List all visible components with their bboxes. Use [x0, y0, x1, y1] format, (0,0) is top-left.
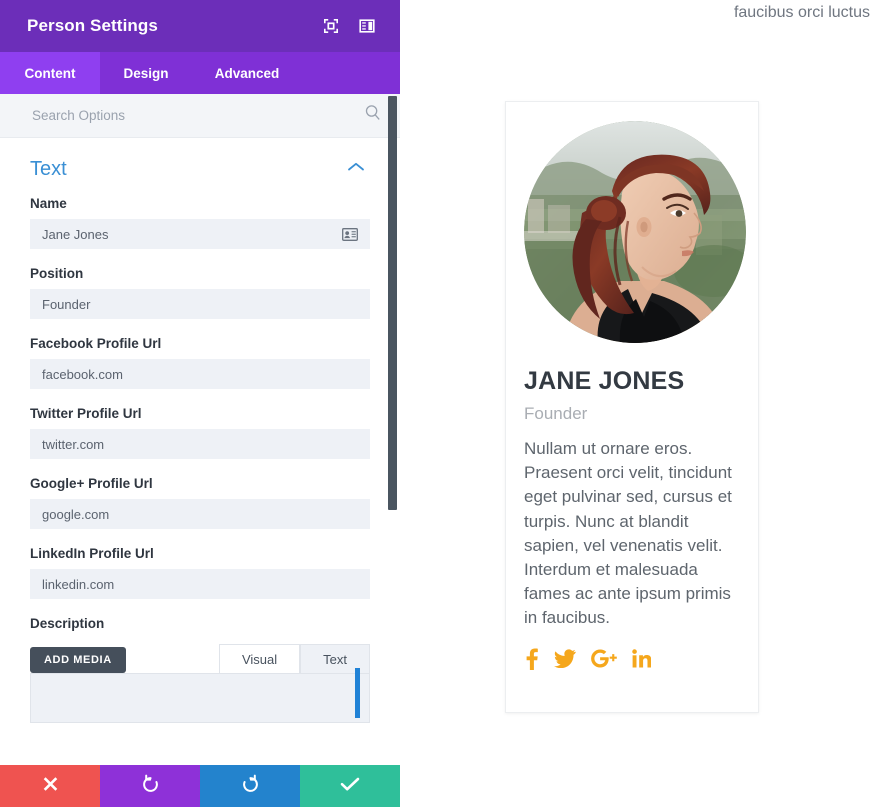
twitter-icon[interactable]	[554, 649, 576, 669]
avatar	[524, 121, 746, 343]
page-text-snippet: faucibus orci luctus	[733, 4, 870, 21]
field-input-wrap[interactable]	[30, 289, 370, 319]
linkedin-icon[interactable]	[632, 649, 651, 668]
panel-scroll-body: Text Name Jane Jones Position Founder Fa…	[0, 138, 400, 765]
person-settings-panel: Person Settings Content Design Advanced	[0, 0, 400, 807]
field-description: Description ADD MEDIA Visual Text	[30, 616, 370, 723]
field-label: Twitter Profile Url	[30, 406, 142, 421]
chevron-up-icon[interactable]	[342, 156, 370, 182]
field-input-wrap[interactable]	[30, 569, 370, 599]
section-title: Text	[30, 157, 67, 180]
field-googleplus-url: Google+ Profile Url	[30, 476, 370, 529]
search-icon[interactable]	[364, 104, 382, 127]
twitter-url-input[interactable]	[40, 435, 360, 453]
field-name: Name	[30, 196, 370, 249]
social-links-row	[524, 648, 740, 670]
editor-toolbar: ADD MEDIA Visual Text	[30, 639, 370, 673]
field-input-wrap[interactable]	[30, 359, 370, 389]
field-linkedin-url: LinkedIn Profile Url	[30, 546, 370, 599]
field-label: Google+ Profile Url	[30, 476, 153, 491]
contact-card-icon[interactable]	[340, 227, 360, 241]
redo-arrow-icon	[241, 774, 260, 798]
person-position: Founder	[524, 404, 588, 423]
search-input[interactable]	[30, 107, 364, 124]
panel-header: Person Settings	[0, 0, 400, 52]
close-x-icon	[42, 775, 59, 797]
save-button[interactable]	[300, 765, 400, 807]
field-label: LinkedIn Profile Url	[30, 546, 154, 561]
linkedin-url-input[interactable]	[40, 575, 360, 593]
add-media-button[interactable]: ADD MEDIA	[30, 647, 126, 673]
person-module-card: JANE JONES Founder Nullam ut ornare eros…	[505, 101, 759, 713]
field-twitter-url: Twitter Profile Url	[30, 406, 370, 459]
preview-area: faucibus orci luctus JANE JONES Founder …	[400, 0, 880, 807]
action-bar	[0, 765, 400, 807]
undo-button[interactable]	[100, 765, 200, 807]
layout-panel-icon[interactable]	[352, 11, 382, 41]
page-title: Person Settings	[27, 16, 158, 35]
undo-arrow-icon	[141, 774, 160, 798]
position-input[interactable]	[40, 295, 360, 313]
field-label: Position	[30, 266, 84, 281]
panel-tab-bar: Content Design Advanced	[0, 52, 400, 94]
person-description: Nullam ut ornare eros. Praesent orci vel…	[524, 439, 732, 628]
description-textarea[interactable]	[30, 668, 370, 723]
panel-scrollbar[interactable]	[388, 96, 397, 510]
field-input-wrap[interactable]	[30, 429, 370, 459]
tab-advanced[interactable]: Advanced	[192, 52, 302, 94]
cancel-button[interactable]	[0, 765, 100, 807]
facebook-url-input[interactable]	[40, 365, 360, 383]
editor-tab-visual[interactable]: Visual	[218, 644, 301, 673]
field-position: Position	[30, 266, 370, 319]
redo-button[interactable]	[200, 765, 300, 807]
expand-fullscreen-icon[interactable]	[316, 11, 346, 41]
field-input-wrap[interactable]	[30, 219, 370, 249]
person-name: JANE JONES	[524, 367, 685, 395]
text-caret	[355, 668, 360, 718]
avatar-photo	[524, 121, 746, 343]
editor-tab-group: Visual Text	[218, 644, 370, 673]
field-facebook-url: Facebook Profile Url	[30, 336, 370, 389]
field-label: Name	[30, 196, 67, 211]
name-input[interactable]	[40, 225, 340, 243]
checkmark-icon	[340, 776, 360, 797]
field-label: Description	[30, 616, 105, 631]
text-section-header[interactable]: Text	[30, 138, 370, 196]
field-label: Facebook Profile Url	[30, 336, 162, 351]
tab-design[interactable]: Design	[100, 52, 192, 94]
field-input-wrap[interactable]	[30, 499, 370, 529]
search-options-row	[0, 94, 400, 138]
tab-content[interactable]: Content	[0, 52, 100, 94]
facebook-icon[interactable]	[524, 648, 539, 670]
google-plus-icon[interactable]	[591, 649, 617, 668]
googleplus-url-input[interactable]	[40, 505, 360, 523]
